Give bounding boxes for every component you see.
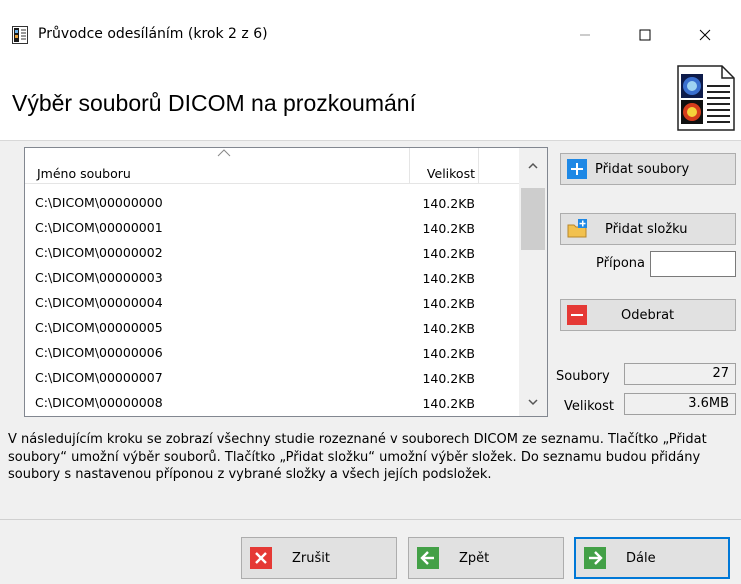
extension-input[interactable] bbox=[650, 251, 736, 277]
extension-label: Přípona bbox=[596, 256, 645, 271]
file-name: C:\DICOM\00000005 bbox=[35, 320, 163, 335]
add-files-label: Přidat soubory bbox=[595, 161, 690, 177]
scroll-up-button[interactable] bbox=[519, 148, 547, 184]
close-button[interactable] bbox=[682, 20, 728, 50]
arrow-right-icon bbox=[584, 547, 606, 569]
table-row[interactable]: C:\DICOM\00000002 140.2KB bbox=[25, 240, 519, 265]
table-row[interactable]: C:\DICOM\00000003 140.2KB bbox=[25, 265, 519, 290]
file-name: C:\DICOM\00000006 bbox=[35, 345, 163, 360]
total-size-label: Velikost bbox=[564, 399, 614, 414]
file-name: C:\DICOM\00000004 bbox=[35, 295, 163, 310]
plus-icon bbox=[567, 159, 587, 179]
table-row[interactable]: C:\DICOM\00000006 140.2KB bbox=[25, 340, 519, 365]
arrow-left-icon bbox=[417, 547, 439, 569]
remove-button[interactable]: Odebrat bbox=[560, 299, 736, 331]
page-title: Výběr souborů DICOM na prozkoumání bbox=[12, 90, 416, 116]
maximize-icon bbox=[639, 29, 651, 41]
remove-label: Odebrat bbox=[621, 307, 675, 323]
table-row[interactable]: C:\DICOM\00000000 140.2KB bbox=[25, 190, 519, 215]
add-folder-button[interactable]: Přidat složku bbox=[560, 213, 736, 245]
files-count-label: Soubory bbox=[556, 369, 610, 384]
scrollbar-thumb[interactable] bbox=[521, 188, 545, 250]
add-folder-label: Přidat složku bbox=[605, 221, 688, 237]
add-files-button[interactable]: Přidat soubory bbox=[560, 153, 736, 185]
file-size: 140.2KB bbox=[422, 371, 475, 386]
footer-divider bbox=[0, 519, 741, 520]
minimize-button[interactable] bbox=[562, 20, 608, 50]
table-row[interactable]: C:\DICOM\00000004 140.2KB bbox=[25, 290, 519, 315]
file-size: 140.2KB bbox=[422, 221, 475, 236]
file-name: C:\DICOM\00000000 bbox=[35, 195, 163, 210]
column-header-name[interactable]: Jméno souboru bbox=[37, 166, 131, 181]
cancel-button[interactable]: Zrušit bbox=[241, 537, 397, 579]
next-label: Dále bbox=[626, 550, 656, 566]
file-size: 140.2KB bbox=[422, 196, 475, 211]
file-size: 140.2KB bbox=[422, 346, 475, 361]
description-text: V následujícím kroku se zobrazí všechny … bbox=[8, 432, 707, 482]
vertical-scrollbar[interactable] bbox=[519, 148, 547, 416]
back-button[interactable]: Zpět bbox=[408, 537, 564, 579]
file-rows: C:\DICOM\00000000 140.2KB C:\DICOM\000000… bbox=[25, 190, 519, 415]
x-icon bbox=[250, 547, 272, 569]
file-size: 140.2KB bbox=[422, 321, 475, 336]
table-row[interactable]: C:\DICOM\00000007 140.2KB bbox=[25, 365, 519, 390]
file-name: C:\DICOM\00000002 bbox=[35, 245, 163, 260]
dicom-document-icon bbox=[677, 65, 735, 131]
wizard-app-icon bbox=[12, 26, 28, 44]
window-title: Průvodce odesíláním (krok 2 z 6) bbox=[38, 26, 268, 42]
wizard-header: Výběr souborů DICOM na prozkoumání bbox=[0, 60, 741, 140]
back-label: Zpět bbox=[459, 550, 490, 566]
wizard-content: Jméno souboru Velikost C:\DICOM\00000000… bbox=[0, 140, 741, 584]
column-header-size[interactable]: Velikost bbox=[385, 166, 475, 181]
file-size: 140.2KB bbox=[422, 246, 475, 261]
column-divider[interactable] bbox=[478, 148, 479, 184]
minimize-icon bbox=[580, 34, 590, 36]
file-size: 140.2KB bbox=[422, 271, 475, 286]
minus-icon bbox=[567, 305, 587, 325]
file-name: C:\DICOM\00000008 bbox=[35, 395, 163, 410]
file-size: 140.2KB bbox=[422, 296, 475, 311]
scroll-down-button[interactable] bbox=[519, 388, 547, 416]
table-row[interactable]: C:\DICOM\00000001 140.2KB bbox=[25, 215, 519, 240]
table-row[interactable]: C:\DICOM\00000005 140.2KB bbox=[25, 315, 519, 340]
list-header: Jméno souboru Velikost bbox=[25, 148, 519, 184]
table-row[interactable]: C:\DICOM\00000008 140.2KB bbox=[25, 390, 519, 415]
files-count-value: 27 bbox=[624, 363, 736, 385]
chevron-down-icon bbox=[528, 399, 538, 406]
file-name: C:\DICOM\00000007 bbox=[35, 370, 163, 385]
file-list[interactable]: Jméno souboru Velikost C:\DICOM\00000000… bbox=[24, 147, 548, 417]
file-name: C:\DICOM\00000003 bbox=[35, 270, 163, 285]
file-size: 140.2KB bbox=[422, 396, 475, 411]
sort-ascending-icon bbox=[217, 149, 231, 157]
total-size-value: 3.6MB bbox=[624, 393, 736, 415]
maximize-button[interactable] bbox=[622, 20, 668, 50]
chevron-up-icon bbox=[528, 162, 538, 169]
next-button[interactable]: Dále bbox=[574, 537, 730, 579]
folder-add-icon bbox=[567, 219, 587, 238]
close-icon bbox=[699, 29, 711, 41]
file-name: C:\DICOM\00000001 bbox=[35, 220, 163, 235]
cancel-label: Zrušit bbox=[292, 550, 330, 566]
title-bar: Průvodce odesíláním (krok 2 z 6) bbox=[0, 0, 741, 60]
